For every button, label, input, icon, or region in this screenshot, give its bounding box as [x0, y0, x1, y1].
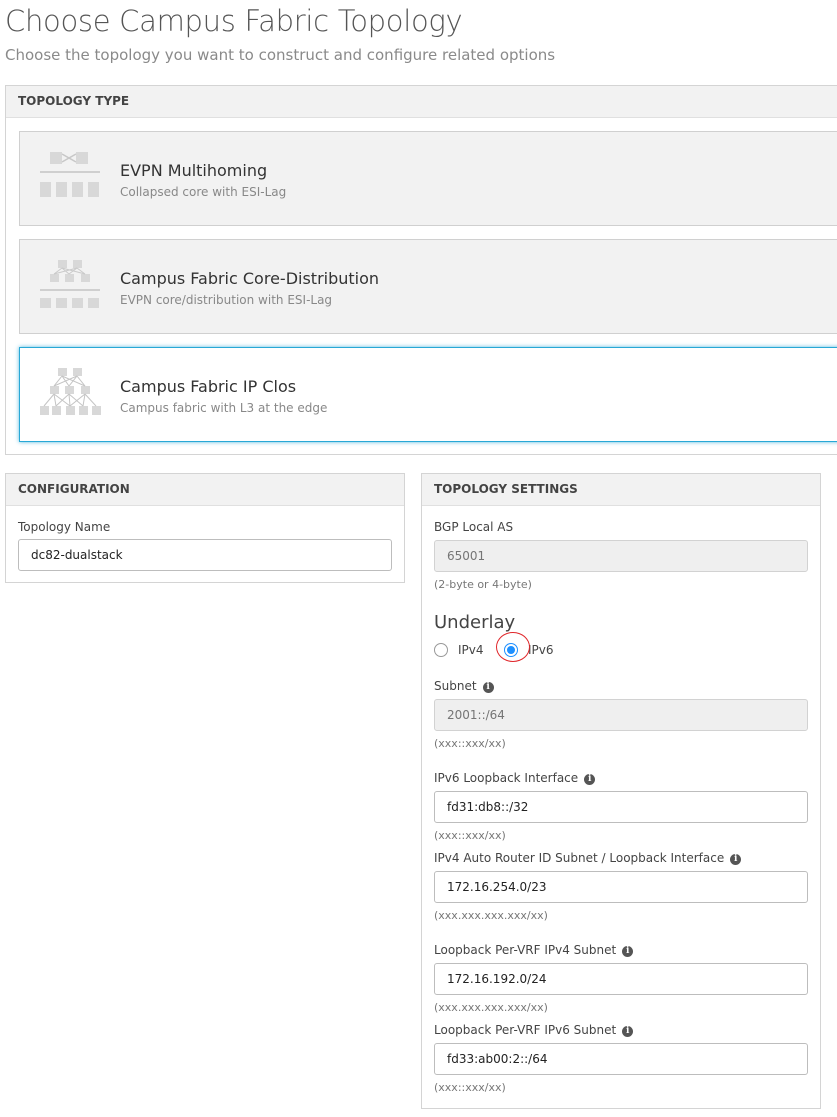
subnet-label: Subnet i	[434, 679, 494, 693]
vrf-ipv6-label: Loopback Per-VRF IPv6 Subnet i	[434, 1023, 634, 1037]
vrf-ipv6-label-text: Loopback Per-VRF IPv6 Subnet	[434, 1023, 617, 1037]
underlay-title: Underlay	[434, 612, 516, 633]
bgp-local-as-hint: (2-byte or 4-byte)	[434, 578, 532, 591]
topology-option-description: Campus fabric with L3 at the edge	[120, 401, 328, 415]
topology-type-header: TOPOLOGY TYPE	[6, 86, 837, 118]
subnet-input[interactable]	[434, 699, 808, 731]
ipv6-loopback-hint: (xxx::xxx/xx)	[434, 829, 506, 842]
underlay-ipv6-label[interactable]: IPv6	[528, 643, 554, 657]
bgp-local-as-input[interactable]	[434, 540, 808, 572]
ipv4-router-id-input[interactable]	[434, 871, 808, 903]
ipv6-loopback-label-text: IPv6 Loopback Interface	[434, 771, 579, 785]
topology-option-evpn-multihoming[interactable]: EVPN Multihoming Collapsed core with ESI…	[19, 131, 837, 226]
topology-type-panel: TOPOLOGY TYPE EVPN Multihoming Collapsed…	[5, 85, 837, 455]
underlay-ipv4-label[interactable]: IPv4	[458, 643, 484, 657]
info-icon[interactable]: i	[622, 946, 634, 957]
topology-option-description: EVPN core/distribution with ESI-Lag	[120, 293, 333, 307]
topology-option-title: EVPN Multihoming	[120, 161, 268, 180]
configuration-header: CONFIGURATION	[6, 474, 404, 506]
vrf-ipv4-hint: (xxx.xxx.xxx.xxx/xx)	[434, 1001, 548, 1014]
annotation-highlight-circle	[496, 632, 530, 662]
info-icon[interactable]: i	[482, 682, 494, 693]
subnet-hint: (xxx::xxx/xx)	[434, 737, 506, 750]
topology-settings-panel: TOPOLOGY SETTINGS BGP Local AS (2-byte o…	[421, 473, 821, 1109]
ipv4-router-id-label: IPv4 Auto Router ID Subnet / Loopback In…	[434, 851, 742, 865]
vrf-ipv4-label: Loopback Per-VRF IPv4 Subnet i	[434, 943, 634, 957]
topology-option-description: Collapsed core with ESI-Lag	[120, 185, 287, 199]
ipv4-router-id-label-text: IPv4 Auto Router ID Subnet / Loopback In…	[434, 851, 725, 865]
underlay-ipv4-radio[interactable]	[434, 643, 448, 657]
topology-settings-header: TOPOLOGY SETTINGS	[422, 474, 820, 506]
vrf-ipv6-input[interactable]	[434, 1043, 808, 1075]
topology-option-ip-clos[interactable]: Campus Fabric IP Clos Campus fabric with…	[19, 347, 837, 442]
info-icon[interactable]: i	[584, 774, 596, 785]
info-icon[interactable]: i	[622, 1026, 634, 1037]
topology-option-title: Campus Fabric Core-Distribution	[120, 269, 380, 288]
page-subtitle: Choose the topology you want to construc…	[5, 46, 556, 64]
ipv4-router-id-hint: (xxx.xxx.xxx.xxx/xx)	[434, 909, 548, 922]
vrf-ipv6-hint: (xxx::xxx/xx)	[434, 1081, 506, 1094]
page-title: Choose Campus Fabric Topology	[5, 4, 463, 38]
vrf-ipv4-input[interactable]	[434, 963, 808, 995]
ip-clos-icon	[40, 368, 101, 415]
topology-name-label: Topology Name	[18, 520, 111, 534]
topology-name-input[interactable]	[18, 539, 392, 571]
evpn-multihoming-icon	[40, 152, 100, 197]
configuration-panel: CONFIGURATION Topology Name	[5, 473, 405, 583]
info-icon[interactable]: i	[730, 854, 742, 865]
ipv6-loopback-input[interactable]	[434, 791, 808, 823]
subnet-label-text: Subnet	[434, 679, 477, 693]
bgp-local-as-label: BGP Local AS	[434, 520, 514, 534]
vrf-ipv4-label-text: Loopback Per-VRF IPv4 Subnet	[434, 943, 617, 957]
ipv6-loopback-label: IPv6 Loopback Interface i	[434, 771, 596, 785]
core-distribution-icon	[40, 260, 100, 308]
topology-option-core-distribution[interactable]: Campus Fabric Core-Distribution EVPN cor…	[19, 239, 837, 334]
topology-option-title: Campus Fabric IP Clos	[120, 377, 297, 396]
